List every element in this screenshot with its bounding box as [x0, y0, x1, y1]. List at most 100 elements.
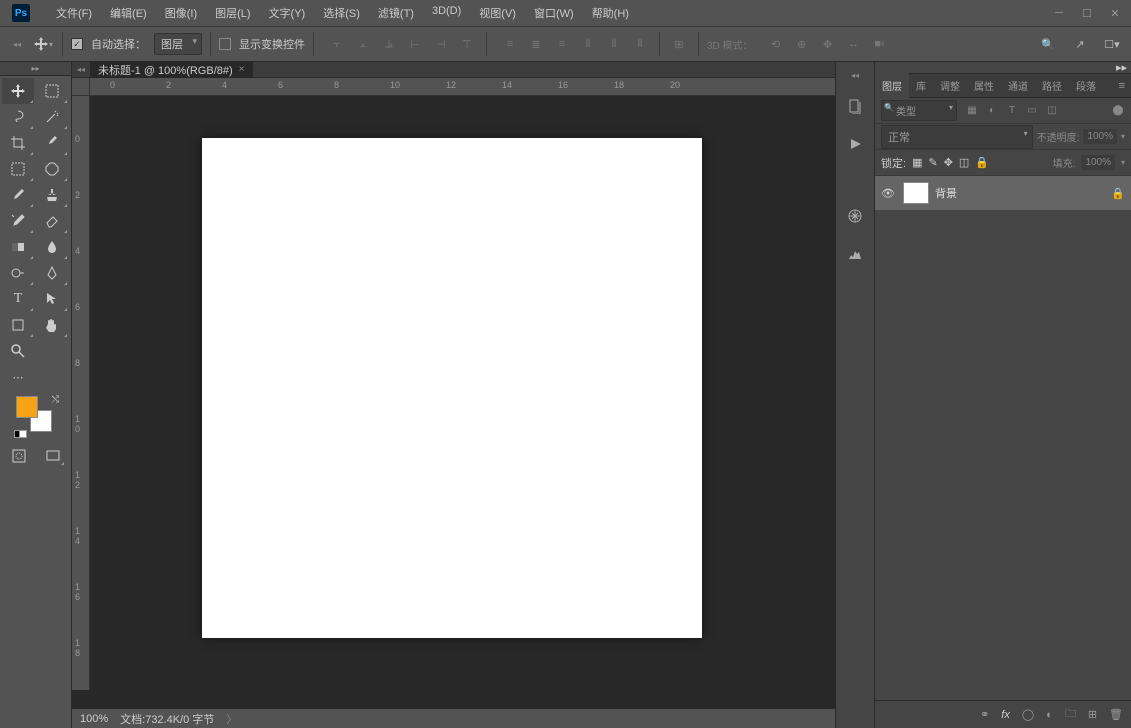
filter-shape-icon[interactable]: ▭ — [1025, 104, 1039, 118]
dist-top-icon[interactable]: ≡ — [499, 33, 521, 55]
quick-mask-icon[interactable] — [7, 446, 31, 466]
type-tool[interactable]: T — [2, 286, 34, 312]
tab-libraries[interactable]: 库 — [909, 73, 933, 98]
menu-edit[interactable]: 编辑(E) — [102, 1, 155, 25]
new-group-icon[interactable]: 🗀 — [1065, 705, 1076, 724]
layer-filter-type[interactable]: 类型 — [881, 100, 957, 121]
zoom-tool[interactable] — [2, 338, 34, 364]
history-brush-tool[interactable] — [2, 208, 34, 234]
swap-colors-icon[interactable]: ⤭ — [52, 394, 59, 405]
close-button[interactable]: ✕ — [1103, 4, 1127, 22]
lasso-tool[interactable] — [2, 104, 34, 130]
filter-toggle-icon[interactable]: ⬤ — [1111, 104, 1125, 118]
roll3d-icon[interactable]: ⊕ — [791, 33, 813, 55]
search-icon[interactable]: 🔍 — [1037, 33, 1059, 55]
lock-position-icon[interactable]: ✥ — [944, 156, 953, 169]
default-colors-icon[interactable] — [14, 427, 27, 440]
layer-thumbnail[interactable] — [903, 182, 929, 204]
marquee-tool[interactable] — [36, 78, 68, 104]
new-fill-icon[interactable]: ◐ — [1046, 709, 1053, 721]
auto-select-dropdown[interactable]: 图层 — [154, 33, 202, 55]
slide3d-icon[interactable]: ↔ — [843, 33, 865, 55]
opacity-value[interactable]: 100% — [1083, 129, 1117, 144]
doc-tabs-handle[interactable]: ◂◂ — [74, 63, 88, 77]
tab-properties[interactable]: 属性 — [967, 73, 1001, 98]
tools-collapse[interactable]: ▸▸ — [0, 62, 71, 76]
dist-hcenter-icon[interactable]: ⦀ — [603, 33, 625, 55]
magic-wand-tool[interactable] — [36, 104, 68, 130]
blend-mode-select[interactable]: 正常 — [881, 125, 1033, 149]
history-panel-icon[interactable] — [843, 94, 867, 118]
pen-tool[interactable] — [36, 260, 68, 286]
actions-panel-icon[interactable] — [843, 132, 867, 156]
filter-adjust-icon[interactable]: ◐ — [985, 104, 999, 118]
tab-adjustments[interactable]: 调整 — [933, 73, 967, 98]
menu-select[interactable]: 选择(S) — [315, 1, 368, 25]
move-tool[interactable] — [2, 78, 34, 104]
canvas[interactable] — [202, 138, 702, 638]
edit-toolbar[interactable]: ⋯ — [2, 364, 34, 390]
pan3d-icon[interactable]: ✥ — [817, 33, 839, 55]
minimize-button[interactable]: ─ — [1047, 4, 1071, 22]
lock-all-icon[interactable]: 🔒 — [975, 156, 989, 169]
menu-layer[interactable]: 图层(L) — [207, 1, 258, 25]
lock-image-icon[interactable]: ✎ — [928, 156, 937, 169]
layer-style-icon[interactable]: fx — [1001, 709, 1010, 721]
align-bottom-icon[interactable]: ⫡ — [378, 33, 400, 55]
zoom3d-icon[interactable]: ■‹ — [869, 33, 891, 55]
workspace-switch-icon[interactable]: ☐▾ — [1101, 33, 1123, 55]
filter-type-icon[interactable]: T — [1005, 104, 1019, 118]
filter-pixel-icon[interactable]: ▦ — [965, 104, 979, 118]
dist-right-icon[interactable]: ⦀ — [629, 33, 651, 55]
tab-channels[interactable]: 通道 — [1001, 73, 1035, 98]
lock-transparent-icon[interactable]: ▦ — [912, 156, 922, 169]
dist-left-icon[interactable]: ⦀ — [577, 33, 599, 55]
brush-tool[interactable] — [2, 182, 34, 208]
align-top-icon[interactable]: ⫟ — [326, 33, 348, 55]
dist-bottom-icon[interactable]: ≡ — [551, 33, 573, 55]
menu-image[interactable]: 图像(I) — [157, 1, 205, 25]
document-tab[interactable]: 未标题-1 @ 100%(RGB/8#) × — [90, 62, 253, 78]
dodge-tool[interactable] — [2, 260, 34, 286]
frame-tool[interactable] — [2, 156, 34, 182]
canvas-viewport[interactable]: 02468101214161820 024681 01 21 41 61 8 — [72, 78, 835, 708]
eraser-tool[interactable] — [36, 208, 68, 234]
clone-stamp-tool[interactable] — [36, 182, 68, 208]
layer-locked-icon[interactable]: 🔒 — [1111, 187, 1125, 200]
hand-tool[interactable] — [36, 312, 68, 338]
visibility-icon[interactable]: 👁 — [881, 187, 897, 200]
menu-help[interactable]: 帮助(H) — [584, 1, 637, 25]
menu-file[interactable]: 文件(F) — [48, 1, 100, 25]
spot-heal-tool[interactable] — [36, 156, 68, 182]
histogram-panel-icon[interactable] — [843, 242, 867, 266]
screen-mode-icon[interactable] — [41, 446, 65, 466]
menu-3d[interactable]: 3D(D) — [424, 1, 469, 25]
layer-mask-icon[interactable]: ◯ — [1022, 708, 1034, 721]
close-tab-icon[interactable]: × — [239, 64, 245, 75]
panel-menu-icon[interactable]: ≡ — [1113, 76, 1131, 96]
show-transform-checkbox[interactable] — [219, 38, 231, 50]
menu-window[interactable]: 窗口(W) — [526, 1, 582, 25]
tab-layers[interactable]: 图层 — [875, 73, 909, 98]
collapsed-panel-expand[interactable]: ◂◂ — [836, 70, 874, 80]
dist-vcenter-icon[interactable]: ≣ — [525, 33, 547, 55]
align-right-icon[interactable]: ⊤ — [456, 33, 478, 55]
eyedropper-tool[interactable] — [36, 130, 68, 156]
doc-info-arrow-icon[interactable]: 〉 — [226, 711, 237, 727]
menu-filter[interactable]: 滤镜(T) — [370, 1, 422, 25]
navigator-panel-icon[interactable] — [843, 204, 867, 228]
crop-tool[interactable] — [2, 130, 34, 156]
link-layers-icon[interactable]: ⚭ — [980, 708, 989, 721]
menu-view[interactable]: 视图(V) — [471, 1, 524, 25]
blur-tool[interactable] — [36, 234, 68, 260]
foreground-color[interactable] — [16, 396, 38, 418]
auto-select-checkbox[interactable]: ✓ — [71, 38, 83, 50]
gradient-tool[interactable] — [2, 234, 34, 260]
tab-paragraph[interactable]: 段落 — [1069, 73, 1103, 98]
auto-align-icon[interactable]: ⊞ — [668, 33, 690, 55]
layer-row[interactable]: 👁 背景 🔒 — [875, 176, 1131, 210]
path-select-tool[interactable] — [36, 286, 68, 312]
align-hcenter-icon[interactable]: ⊣ — [430, 33, 452, 55]
doc-info[interactable]: 文档:732.4K/0 字节 — [120, 711, 214, 727]
align-left-icon[interactable]: ⊢ — [404, 33, 426, 55]
